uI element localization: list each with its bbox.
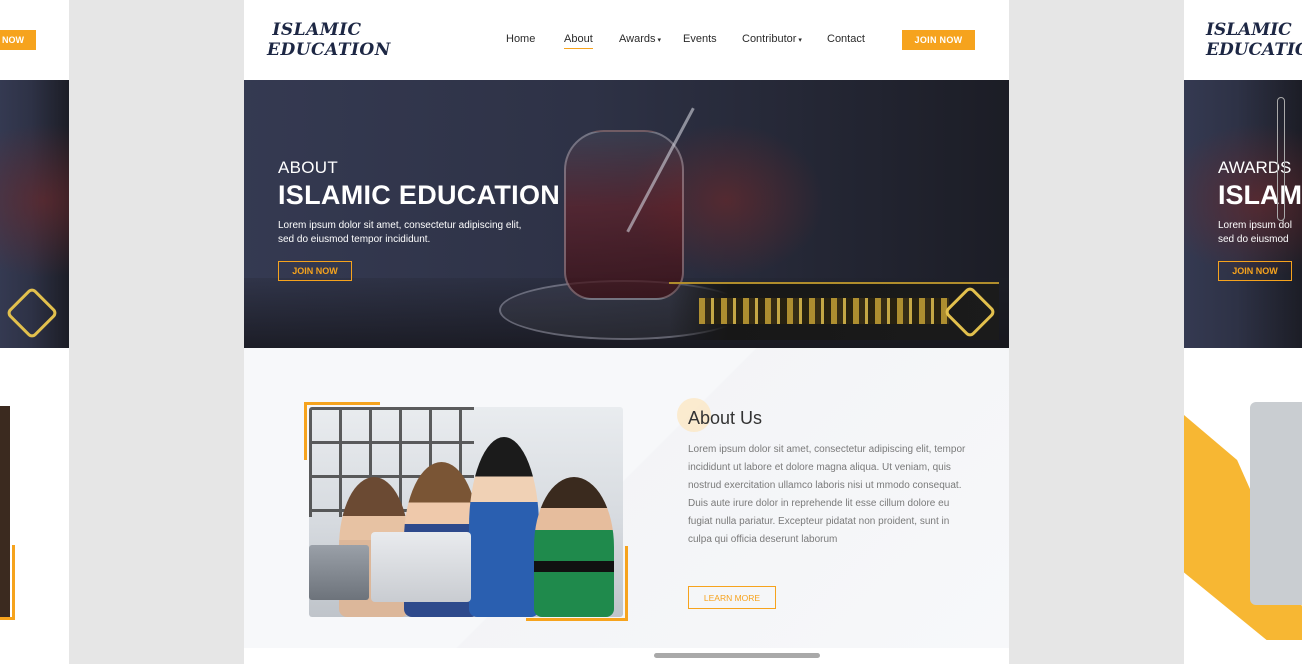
left-ornament-icon	[5, 286, 59, 340]
hero-banner: ABOUT ISLAMIC EDUCATION Lorem ipsum dolo…	[244, 80, 1009, 348]
nav-about[interactable]: About	[564, 33, 593, 49]
left-photo-frame	[0, 545, 15, 620]
hero-join-now-button[interactable]: JOIN NOW	[278, 261, 352, 281]
hero-desc-line-1: Lorem ipsum dolor sit amet, consectetur …	[278, 220, 522, 231]
logo-line-1: ISLAMIC	[272, 20, 362, 40]
nav-awards[interactable]: Awards ▾	[619, 33, 661, 45]
learn-more-button[interactable]: LEARN MORE	[688, 586, 776, 609]
site-header: ISLAMIC EDUCATION Home About Awards ▾ Eve…	[244, 0, 1009, 80]
main-page: ISLAMIC EDUCATION Home About Awards ▾ Eve…	[244, 0, 1009, 664]
hero-kicker: ABOUT	[278, 158, 339, 177]
photo-laptop	[371, 532, 471, 602]
right-hero-image: AWARDS ISLAMI Lorem ipsum dol sed do eiu…	[1184, 80, 1302, 348]
right-hero-text: AWARDS ISLAMI Lorem ipsum dol sed do eiu…	[1218, 158, 1302, 281]
right-site-logo[interactable]: ISLAMIC EDUCATION	[1206, 20, 1302, 60]
join-now-button[interactable]: JOIN NOW	[902, 30, 975, 50]
hero-text: ABOUT ISLAMIC EDUCATION Lorem ipsum dolo…	[278, 158, 568, 281]
logo-line-2: EDUCATION	[267, 40, 391, 60]
about-section: About Us Lorem ipsum dolor sit amet, con…	[244, 348, 1009, 648]
right-hero-description: Lorem ipsum dol sed do eiusmod	[1218, 219, 1302, 247]
horizontal-scrollbar[interactable]	[654, 653, 820, 658]
left-join-now-button[interactable]: NOW	[0, 30, 36, 50]
nav-home[interactable]: Home	[506, 33, 535, 45]
right-hero-title: ISLAMI	[1218, 180, 1302, 210]
nav-events[interactable]: Events	[683, 33, 717, 45]
right-scrollbar[interactable]	[1277, 97, 1285, 221]
nav-contributor[interactable]: Contributor ▾	[742, 33, 802, 45]
right-hero-desc-line-2: sed do eiusmod	[1218, 234, 1289, 245]
hero-desc-line-2: sed do eiusmod tempor incididunt.	[278, 234, 431, 245]
hero-title: ISLAMIC EDUCATION	[278, 180, 561, 210]
photo-frame-bottom-right	[526, 546, 628, 621]
nav-contact[interactable]: Contact	[827, 33, 865, 45]
right-join-now-button[interactable]: JOIN NOW	[1218, 261, 1292, 281]
right-hero-desc-line-1: Lorem ipsum dol	[1218, 220, 1292, 231]
about-text: Lorem ipsum dolor sit amet, consectetur …	[688, 444, 966, 545]
right-logo-line-2: EDUCATION	[1206, 40, 1302, 60]
right-logo-line-1: ISLAMIC	[1206, 20, 1292, 40]
chevron-down-icon: ▾	[798, 37, 802, 44]
right-page-preview: ISLAMIC EDUCATION AWARDS ISLAMI Lorem ip…	[1184, 0, 1302, 664]
right-card	[1250, 402, 1302, 605]
left-page-preview: NOW	[0, 0, 69, 664]
left-hero-image	[0, 80, 69, 348]
nav-awards-label: Awards	[619, 33, 656, 45]
hero-description: Lorem ipsum dolor sit amet, consectetur …	[278, 219, 568, 247]
site-logo[interactable]: ISLAMIC EDUCATION	[267, 20, 391, 60]
about-title: About Us	[688, 408, 763, 428]
chevron-down-icon: ▾	[657, 37, 661, 44]
photo-laptop	[309, 545, 369, 600]
nav-contributor-label: Contributor	[742, 33, 797, 45]
right-hero-kicker: AWARDS	[1218, 158, 1292, 177]
